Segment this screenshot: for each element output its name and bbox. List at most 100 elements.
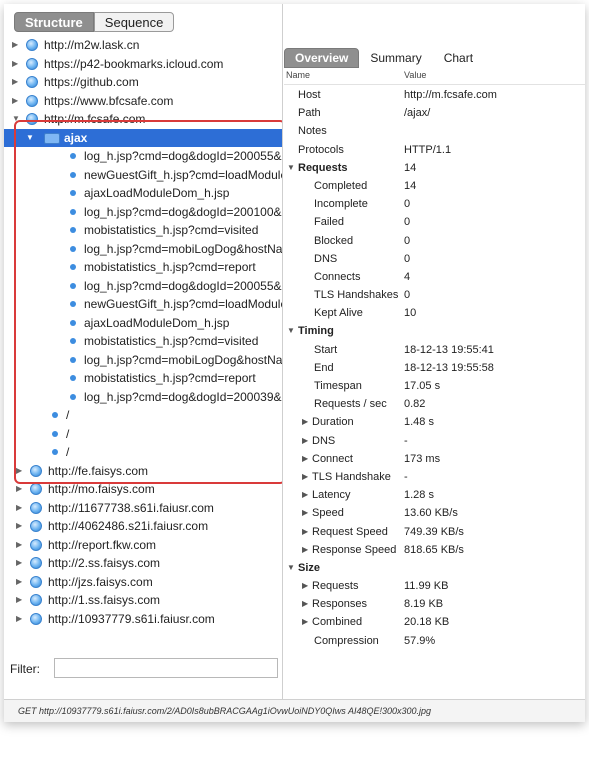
section-row[interactable]: ▼ Requests 14	[284, 159, 585, 177]
host-row[interactable]: ▶ http://10937779.s61i.faiusr.com	[4, 610, 282, 629]
property-name: DNS	[314, 252, 338, 265]
property-name: Requests / sec	[314, 398, 387, 411]
property-value: 1.48 s	[404, 416, 434, 429]
disclosure-closed-icon[interactable]: ▶	[302, 613, 308, 631]
disclosure-closed-icon[interactable]: ▶	[16, 573, 22, 592]
tab-chart[interactable]: Chart	[433, 48, 484, 68]
request-row[interactable]: log_h.jsp?cmd=mobiLogDog&hostName	[4, 240, 282, 259]
host-row[interactable]: ▶ http://2.ss.faisys.com	[4, 554, 282, 573]
request-row[interactable]: newGuestGift_h.jsp?cmd=loadModuleD	[4, 166, 282, 185]
request-row[interactable]: ajaxLoadModuleDom_h.jsp	[4, 314, 282, 333]
property-row[interactable]: ▶ Duration 1.48 s	[284, 413, 585, 431]
property-value: 1.28 s	[404, 489, 434, 502]
section-row[interactable]: ▼ Timing	[284, 322, 585, 340]
name-column-header[interactable]: Name	[286, 70, 310, 80]
structure-tab[interactable]: Structure	[14, 12, 94, 32]
disclosure-closed-icon[interactable]: ▶	[302, 595, 308, 613]
request-dot-icon	[70, 227, 76, 233]
request-row[interactable]: log_h.jsp?cmd=mobiLogDog&hostName	[4, 351, 282, 370]
disclosure-closed-icon[interactable]: ▶	[12, 92, 18, 111]
property-value: 4	[404, 270, 411, 283]
disclosure-closed-icon[interactable]: ▶	[16, 536, 22, 555]
disclosure-open-icon[interactable]: ▼	[26, 129, 34, 148]
property-row[interactable]: ▶ Request Speed 749.39 KB/s	[284, 523, 585, 541]
property-name: TLS Handshake	[312, 470, 391, 483]
path-row[interactable]: /	[4, 443, 282, 462]
request-row[interactable]: mobistatistics_h.jsp?cmd=visited	[4, 332, 282, 351]
disclosure-closed-icon[interactable]: ▶	[16, 610, 22, 629]
request-row[interactable]: log_h.jsp?cmd=dog&dogId=200055&de	[4, 277, 282, 296]
disclosure-closed-icon[interactable]: ▶	[302, 413, 308, 431]
disclosure-closed-icon[interactable]: ▶	[302, 432, 308, 450]
disclosure-closed-icon[interactable]: ▶	[16, 554, 22, 573]
filter-input[interactable]	[54, 658, 278, 678]
disclosure-open-icon[interactable]: ▼	[12, 110, 20, 129]
host-row[interactable]: ▶ http://1.ss.faisys.com	[4, 591, 282, 610]
host-label: http://1.ss.faisys.com	[48, 593, 161, 607]
request-dot-icon	[70, 171, 76, 178]
request-row[interactable]: mobistatistics_h.jsp?cmd=visited	[4, 221, 282, 240]
value-column-header[interactable]: Value	[404, 70, 426, 80]
disclosure-closed-icon[interactable]: ▶	[12, 55, 18, 74]
property-row[interactable]: ▶ Requests 11.99 KB	[284, 577, 585, 595]
property-row[interactable]: ▶ Responses 8.19 KB	[284, 595, 585, 613]
disclosure-closed-icon[interactable]: ▶	[302, 504, 308, 522]
property-name: Speed	[312, 507, 344, 520]
disclosure-closed-icon[interactable]: ▶	[16, 499, 22, 518]
disclosure-closed-icon[interactable]: ▶	[16, 462, 22, 481]
property-row[interactable]: ▶ DNS -	[284, 432, 585, 450]
property-value: 20.18 KB	[404, 616, 450, 629]
host-row[interactable]: ▶ http://fe.faisys.com	[4, 462, 282, 481]
disclosure-closed-icon[interactable]: ▶	[16, 517, 22, 536]
disclosure-open-icon[interactable]: ▼	[287, 322, 295, 340]
disclosure-closed-icon[interactable]: ▶	[302, 486, 308, 504]
property-row: Requests / sec 0.82	[284, 395, 585, 413]
globe-icon	[26, 76, 38, 88]
property-row[interactable]: ▶ Latency 1.28 s	[284, 486, 585, 504]
tab-overview[interactable]: Overview	[284, 48, 360, 68]
host-row[interactable]: ▶ http://report.fkw.com	[4, 536, 282, 555]
disclosure-open-icon[interactable]: ▼	[287, 159, 295, 177]
host-row-expanded[interactable]: ▼ http://m.fcsafe.com	[4, 110, 282, 129]
request-row[interactable]: mobistatistics_h.jsp?cmd=report	[4, 369, 282, 388]
tab-summary[interactable]: Summary	[359, 48, 432, 68]
request-row[interactable]: ajaxLoadModuleDom_h.jsp	[4, 184, 282, 203]
host-row[interactable]: ▶ https://github.com	[4, 73, 282, 92]
request-row[interactable]: log_h.jsp?cmd=dog&dogId=200100&de	[4, 203, 282, 222]
path-row[interactable]: /	[4, 425, 282, 444]
disclosure-closed-icon[interactable]: ▶	[12, 36, 18, 55]
disclosure-closed-icon[interactable]: ▶	[12, 73, 18, 92]
host-row[interactable]: ▶ http://m2w.lask.cn	[4, 36, 282, 55]
disclosure-closed-icon[interactable]: ▶	[302, 523, 308, 541]
disclosure-closed-icon[interactable]: ▶	[302, 468, 308, 486]
disclosure-closed-icon[interactable]: ▶	[16, 591, 22, 610]
request-dot-icon	[52, 449, 58, 455]
globe-icon	[26, 94, 38, 107]
sequence-tab[interactable]: Sequence	[93, 12, 175, 32]
host-row[interactable]: ▶ http://11677738.s61i.faiusr.com	[4, 499, 282, 518]
request-row[interactable]: mobistatistics_h.jsp?cmd=report	[4, 258, 282, 277]
property-row[interactable]: ▶ TLS Handshake -	[284, 468, 585, 486]
path-row[interactable]: /	[4, 406, 282, 425]
disclosure-closed-icon[interactable]: ▶	[302, 577, 308, 595]
folder-label: ajax	[64, 130, 88, 145]
host-label: https://p42-bookmarks.icloud.com	[44, 56, 224, 71]
property-row[interactable]: ▶ Combined 20.18 KB	[284, 613, 585, 631]
host-row[interactable]: ▶ http://4062486.s21i.faiusr.com	[4, 517, 282, 536]
disclosure-closed-icon[interactable]: ▶	[16, 480, 22, 499]
host-row[interactable]: ▶ http://mo.faisys.com	[4, 480, 282, 499]
property-row[interactable]: ▶ Connect 173 ms	[284, 450, 585, 468]
disclosure-closed-icon[interactable]: ▶	[302, 541, 308, 559]
section-row[interactable]: ▼ Size	[284, 559, 585, 577]
folder-row-ajax[interactable]: ▼ ajax	[4, 128, 282, 148]
host-row[interactable]: ▶ https://p42-bookmarks.icloud.com	[4, 55, 282, 74]
host-row[interactable]: ▶ http://jzs.faisys.com	[4, 573, 282, 592]
disclosure-open-icon[interactable]: ▼	[287, 559, 295, 577]
request-row[interactable]: newGuestGift_h.jsp?cmd=loadModuleD	[4, 295, 282, 314]
property-row[interactable]: ▶ Speed 13.60 KB/s	[284, 504, 585, 522]
request-row[interactable]: log_h.jsp?cmd=dog&dogId=200039&d	[4, 388, 282, 407]
property-row[interactable]: ▶ Response Speed 818.65 KB/s	[284, 541, 585, 559]
disclosure-closed-icon[interactable]: ▶	[302, 450, 308, 468]
request-row[interactable]: log_h.jsp?cmd=dog&dogId=200055&de	[4, 147, 282, 166]
host-row[interactable]: ▶ https://www.bfcsafe.com	[4, 92, 282, 111]
